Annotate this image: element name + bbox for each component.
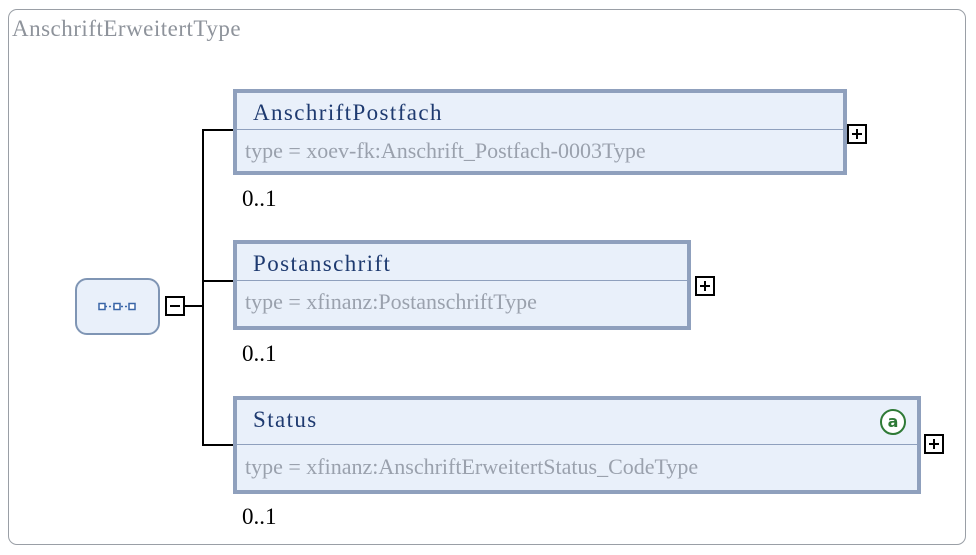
element-status[interactable]: Status a type = xfinanz:AnschriftErweite… — [233, 396, 921, 494]
element-divider — [237, 280, 687, 281]
connector-line — [202, 129, 234, 131]
element-divider — [237, 444, 917, 445]
cardinality-label: 0..1 — [242, 186, 277, 211]
element-divider — [237, 129, 843, 130]
connector-line — [185, 305, 203, 307]
expand-postanschrift-button[interactable] — [695, 276, 715, 296]
connector-line — [202, 129, 204, 445]
sequence-icon — [98, 302, 137, 311]
element-postanschrift[interactable]: Postanschrift type = xfinanz:Postanschri… — [233, 240, 691, 330]
sequence-compositor[interactable] — [75, 278, 160, 335]
connector-line — [202, 280, 234, 282]
cardinality-label: 0..1 — [242, 341, 277, 366]
element-anschrift-postfach[interactable]: AnschriftPostfach type = xoev-fk:Anschri… — [233, 89, 847, 175]
element-name: AnschriftPostfach — [253, 100, 443, 125]
element-type-label: type = xfinanz:AnschriftErweitertStatus_… — [245, 454, 699, 479]
element-name: Postanschrift — [253, 251, 392, 276]
element-type-label: type = xoev-fk:Anschrift_Postfach-0003Ty… — [245, 138, 646, 163]
expand-status-button[interactable] — [924, 434, 944, 454]
at-sign-icon[interactable]: a — [880, 409, 906, 435]
element-name: Status — [253, 407, 318, 432]
expand-anschrift-postfach-button[interactable] — [847, 124, 867, 144]
cardinality-label: 0..1 — [242, 504, 277, 529]
connector-line — [202, 444, 234, 446]
element-type-label: type = xfinanz:PostanschriftType — [245, 289, 537, 314]
complex-type-title: AnschriftErweitertType — [12, 16, 242, 41]
collapse-sequence-button[interactable] — [165, 296, 185, 316]
